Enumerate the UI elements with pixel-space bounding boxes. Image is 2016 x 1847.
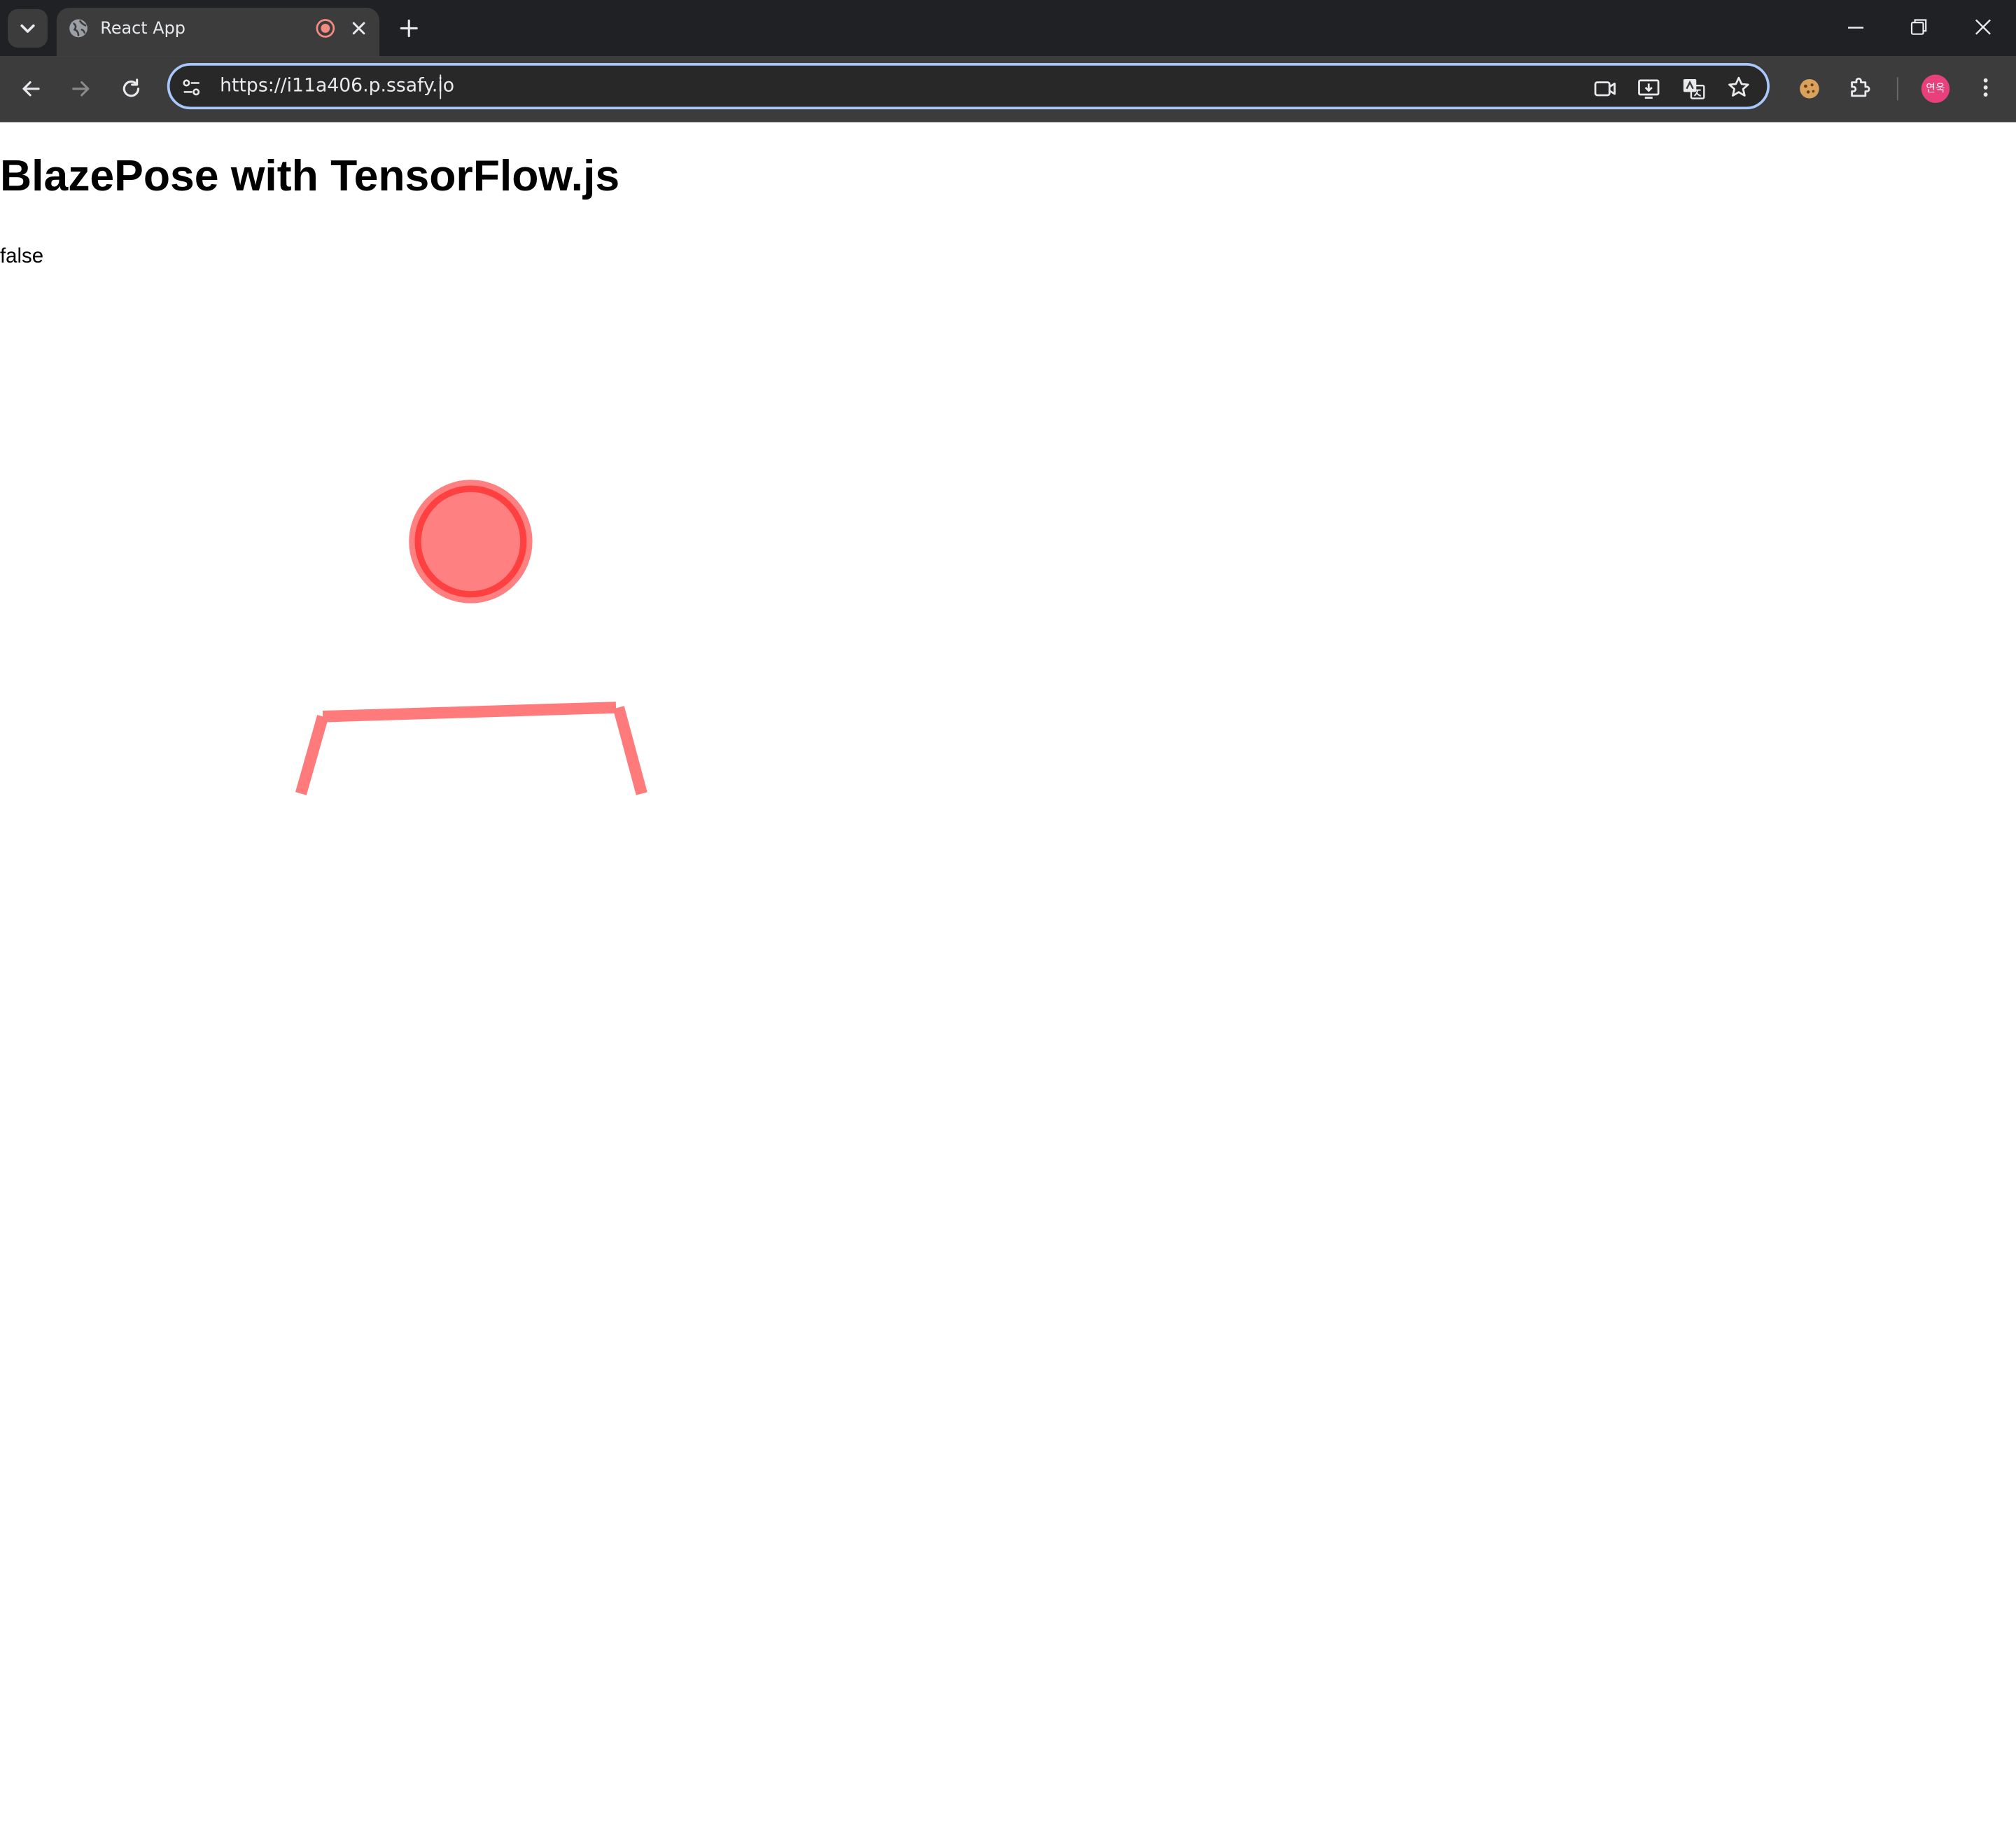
- tab-title: React App: [100, 19, 186, 39]
- pose-canvas: [295, 480, 648, 795]
- text-caret: [440, 74, 442, 99]
- pose-skeleton: [295, 480, 648, 795]
- close-tab-icon[interactable]: [349, 18, 369, 39]
- cookie-extension-icon[interactable]: [1797, 76, 1823, 102]
- screen: React App https://i11a406.p.ssafy.io 연욱 …: [0, 0, 2016, 1006]
- minimize-icon[interactable]: [1844, 15, 1868, 39]
- camera-icon[interactable]: [1592, 76, 1618, 102]
- install-app-icon[interactable]: [1636, 76, 1662, 102]
- head-keypoint: [409, 480, 533, 604]
- new-tab-icon[interactable]: [398, 17, 421, 40]
- close-window-icon[interactable]: [1971, 15, 1994, 39]
- globe-icon: [69, 19, 88, 38]
- chevron-down-icon: [20, 24, 35, 33]
- site-settings-icon[interactable]: [180, 76, 203, 99]
- more-menu-icon[interactable]: [1973, 75, 1998, 101]
- back-icon[interactable]: [18, 76, 44, 102]
- forward-icon[interactable]: [68, 76, 94, 102]
- extensions-icon[interactable]: [1847, 75, 1872, 101]
- toolbar-separator: [1896, 77, 1898, 101]
- restore-icon[interactable]: [1907, 15, 1931, 39]
- tab-search-button[interactable]: [8, 8, 48, 48]
- reload-icon[interactable]: [118, 76, 144, 102]
- right-arm-line: [612, 706, 648, 795]
- left-arm-line: [295, 715, 329, 795]
- translate-icon[interactable]: [1681, 76, 1707, 102]
- url-text[interactable]: https://i11a406.p.ssafy.io: [220, 76, 454, 96]
- recording-icon: [316, 19, 335, 38]
- shoulder-line: [322, 702, 617, 723]
- profile-avatar[interactable]: 연욱: [1921, 74, 1950, 103]
- bookmark-star-icon[interactable]: [1726, 75, 1752, 101]
